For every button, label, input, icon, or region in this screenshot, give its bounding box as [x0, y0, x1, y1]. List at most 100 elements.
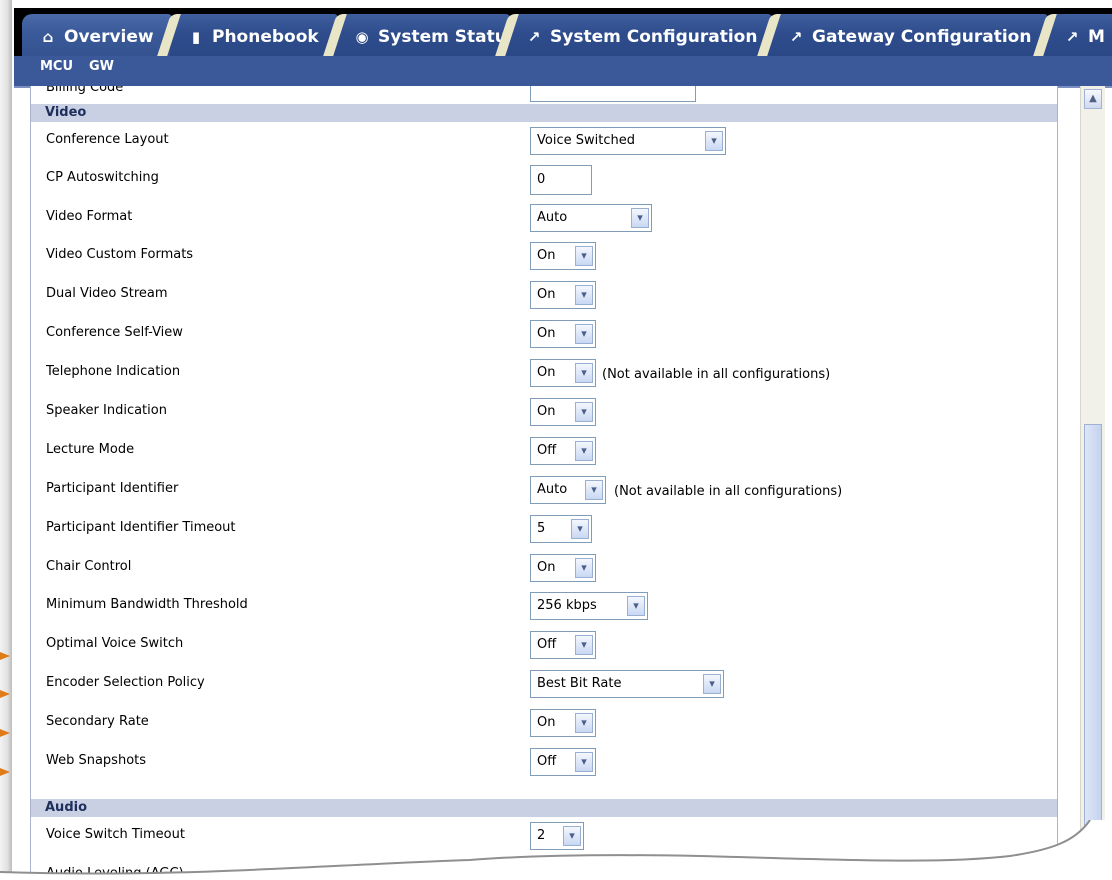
- tab-label: System Status: [378, 27, 517, 47]
- chevron-down-icon[interactable]: ▾: [575, 402, 593, 422]
- home-icon: ⌂: [42, 28, 54, 46]
- setting-label: Video Custom Formats: [46, 247, 194, 262]
- callout-arrow: [0, 729, 10, 737]
- setting-dropdown[interactable]: On ▾: [530, 242, 596, 270]
- dropdown-value: 256 kbps: [537, 598, 597, 613]
- section-header-video: Video: [31, 104, 1057, 122]
- setting-dropdown[interactable]: On ▾: [530, 281, 596, 309]
- chevron-down-icon[interactable]: ▾: [703, 674, 721, 694]
- setting-label: Chair Control: [46, 559, 132, 574]
- tab-overview[interactable]: ⌂ Overview: [22, 14, 172, 56]
- setting-dropdown[interactable]: Voice Switched ▾: [530, 127, 726, 155]
- setting-label: Minimum Bandwidth Threshold: [46, 597, 248, 612]
- setting-dropdown[interactable]: 256 kbps ▾: [530, 592, 648, 620]
- dropdown-value: On: [537, 326, 556, 341]
- setting-row: Participant Identifier Auto ▾ (Not availabl…: [31, 471, 1057, 509]
- setting-row: Web Snapshots Off ▾: [31, 743, 1057, 781]
- setting-dropdown[interactable]: Off ▾: [530, 748, 596, 776]
- chevron-down-icon[interactable]: ▾: [575, 363, 593, 383]
- chevron-down-icon[interactable]: ▾: [575, 558, 593, 578]
- chevron-down-icon[interactable]: ▾: [631, 208, 649, 228]
- settings-form: Billing Code Video Conference Layout Voic…: [30, 86, 1058, 880]
- wrench-icon: ↗: [1065, 28, 1079, 46]
- setting-row: Billing Code: [31, 86, 1057, 106]
- setting-row: Lecture Mode Off ▾: [31, 432, 1057, 470]
- dropdown-value: On: [537, 287, 556, 302]
- setting-row: Dual Video Stream On ▾: [31, 276, 1057, 314]
- dropdown-value: On: [537, 365, 556, 380]
- vertical-scrollbar[interactable]: ▲: [1080, 86, 1105, 880]
- setting-dropdown[interactable]: Auto ▾: [530, 204, 652, 232]
- wrench-icon: ↗: [527, 28, 541, 46]
- dropdown-value: 5: [537, 521, 546, 536]
- chevron-down-icon[interactable]: ▾: [705, 131, 723, 151]
- input-value: 0: [537, 172, 546, 187]
- setting-dropdown[interactable]: Off ▾: [530, 437, 596, 465]
- setting-row: Video Format Auto ▾: [31, 199, 1057, 237]
- tab-more[interactable]: ↗ M: [1033, 14, 1112, 56]
- setting-label: Lecture Mode: [46, 442, 135, 457]
- setting-row: Video Custom Formats On ▾: [31, 237, 1057, 275]
- tab-label: Overview: [64, 27, 154, 47]
- callout-arrow: [0, 652, 10, 660]
- scroll-thumb[interactable]: [1084, 424, 1102, 880]
- setting-row: CP Autoswitching 0: [31, 160, 1057, 198]
- chevron-down-icon[interactable]: ▾: [571, 519, 589, 539]
- scroll-up-arrow-icon[interactable]: ▲: [1084, 89, 1102, 109]
- setting-row: Minimum Bandwidth Threshold 256 kbps ▾: [31, 587, 1057, 625]
- chevron-down-icon[interactable]: ▾: [575, 324, 593, 344]
- subnav-mcu[interactable]: MCU: [40, 59, 73, 74]
- chevron-down-icon[interactable]: ▾: [575, 441, 593, 461]
- callout-arrow: [0, 690, 10, 698]
- setting-dropdown[interactable]: Auto ▾: [530, 476, 606, 504]
- section-header-audio: Audio: [31, 799, 1057, 817]
- setting-dropdown[interactable]: On ▾: [530, 320, 596, 348]
- tab-system-status[interactable]: ◉ System Status: [323, 14, 517, 56]
- setting-label: Dual Video Stream: [46, 286, 168, 301]
- subnav-gw[interactable]: GW: [89, 59, 114, 74]
- chevron-down-icon[interactable]: ▾: [627, 596, 645, 616]
- tab-phonebook[interactable]: ▮ Phonebook: [157, 14, 338, 56]
- setting-row: Secondary Rate On ▾: [31, 704, 1057, 742]
- tab-gateway-configuration[interactable]: ↗ Gateway Configuration: [757, 14, 1048, 56]
- billing-code-input[interactable]: [530, 86, 696, 102]
- status-icon: ◉: [355, 28, 369, 46]
- setting-label: Conference Layout: [46, 132, 169, 147]
- tab-label: Gateway Configuration: [812, 27, 1032, 47]
- dropdown-value: On: [537, 560, 556, 575]
- setting-text-input[interactable]: 0: [530, 165, 592, 195]
- setting-label: Web Snapshots: [46, 753, 147, 768]
- tab-system-configuration[interactable]: ↗ System Configuration: [495, 14, 772, 56]
- chevron-down-icon[interactable]: ▾: [585, 480, 603, 500]
- tab-label: System Configuration: [550, 27, 758, 47]
- setting-row: Chair Control On ▾: [31, 549, 1057, 587]
- dropdown-value: Off: [537, 443, 557, 458]
- callout-arrow: [0, 768, 10, 776]
- chevron-down-icon[interactable]: ▾: [575, 635, 593, 655]
- setting-label: Conference Self-View: [46, 325, 183, 340]
- dropdown-value: Voice Switched: [537, 133, 635, 148]
- setting-dropdown[interactable]: Best Bit Rate ▾: [530, 670, 724, 698]
- tab-label: Phonebook: [212, 27, 319, 47]
- setting-dropdown[interactable]: On ▾: [530, 398, 596, 426]
- availability-note: (Not available in all configurations): [614, 484, 843, 499]
- setting-dropdown[interactable]: On ▾: [530, 359, 596, 387]
- setting-dropdown[interactable]: On ▾: [530, 709, 596, 737]
- availability-note: (Not available in all configurations): [602, 367, 831, 382]
- setting-dropdown[interactable]: 5 ▾: [530, 515, 592, 543]
- chevron-down-icon[interactable]: ▾: [575, 713, 593, 733]
- setting-label: Participant Identifier Timeout: [46, 520, 236, 535]
- setting-label: Billing Code: [46, 86, 124, 95]
- setting-label: CP Autoswitching: [46, 170, 159, 185]
- chevron-down-icon[interactable]: ▾: [575, 246, 593, 266]
- setting-label: Speaker Indication: [46, 403, 167, 418]
- setting-label: Optimal Voice Switch: [46, 636, 184, 651]
- dropdown-value: Auto: [537, 482, 568, 497]
- dropdown-value: Auto: [537, 210, 568, 225]
- chevron-down-icon[interactable]: ▾: [575, 285, 593, 305]
- setting-dropdown[interactable]: On ▾: [530, 554, 596, 582]
- setting-dropdown[interactable]: Off ▾: [530, 631, 596, 659]
- setting-label: Video Format: [46, 209, 133, 224]
- main-tab-bar: ⌂ Overview ▮ Phonebook ◉ System Status ↗ Sys…: [14, 8, 1112, 56]
- chevron-down-icon[interactable]: ▾: [575, 752, 593, 772]
